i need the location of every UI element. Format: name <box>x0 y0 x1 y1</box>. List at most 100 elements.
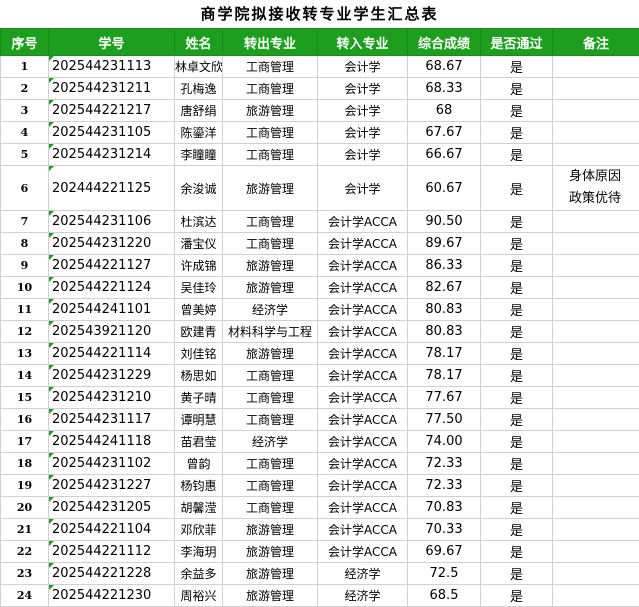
cell-from-major[interactable]: 经济学 <box>223 299 318 321</box>
cell-note[interactable] <box>553 56 639 78</box>
cell-name[interactable]: 曾韵 <box>175 453 223 475</box>
cell-to-major[interactable]: 会计学ACCA <box>318 453 408 475</box>
cell-from-major[interactable]: 材料科学与工程 <box>223 321 318 343</box>
cell-name[interactable]: 林卓文欣 <box>175 56 223 78</box>
cell-note[interactable] <box>553 453 639 475</box>
cell-pass[interactable]: 是 <box>481 299 553 321</box>
cell-pass[interactable]: 是 <box>481 144 553 166</box>
cell-to-major[interactable]: 会计学ACCA <box>318 277 408 299</box>
cell-seq[interactable]: 1 <box>1 56 49 78</box>
cell-seq[interactable]: 2 <box>1 78 49 100</box>
cell-pass[interactable]: 是 <box>481 409 553 431</box>
cell-score[interactable]: 60.67 <box>408 166 481 211</box>
cell-to-major[interactable]: 会计学 <box>318 166 408 211</box>
cell-note[interactable] <box>553 563 639 585</box>
cell-student-id[interactable]: 202544221230 <box>49 585 175 607</box>
cell-from-major[interactable]: 旅游管理 <box>223 519 318 541</box>
cell-name[interactable]: 邓欣菲 <box>175 519 223 541</box>
cell-name[interactable]: 李海玥 <box>175 541 223 563</box>
cell-score[interactable]: 70.83 <box>408 497 481 519</box>
cell-student-id[interactable]: 202544231113 <box>49 56 175 78</box>
cell-from-major[interactable]: 旅游管理 <box>223 100 318 122</box>
cell-seq[interactable]: 10 <box>1 277 49 299</box>
cell-note[interactable] <box>553 144 639 166</box>
cell-seq[interactable]: 5 <box>1 144 49 166</box>
cell-pass[interactable]: 是 <box>481 277 553 299</box>
cell-pass[interactable]: 是 <box>481 585 553 607</box>
cell-pass[interactable]: 是 <box>481 100 553 122</box>
cell-from-major[interactable]: 工商管理 <box>223 475 318 497</box>
cell-student-id[interactable]: 202544241118 <box>49 431 175 453</box>
cell-pass[interactable]: 是 <box>481 519 553 541</box>
cell-name[interactable]: 李瞳瞳 <box>175 144 223 166</box>
cell-student-id[interactable]: 202544221112 <box>49 541 175 563</box>
cell-name[interactable]: 余益多 <box>175 563 223 585</box>
cell-name[interactable]: 孔梅逸 <box>175 78 223 100</box>
cell-name[interactable]: 杨思如 <box>175 365 223 387</box>
cell-from-major[interactable]: 工商管理 <box>223 122 318 144</box>
cell-note[interactable] <box>553 277 639 299</box>
cell-score[interactable]: 70.33 <box>408 519 481 541</box>
cell-pass[interactable]: 是 <box>481 365 553 387</box>
header-note[interactable]: 备注 <box>553 29 639 56</box>
cell-score[interactable]: 72.5 <box>408 563 481 585</box>
cell-seq[interactable]: 4 <box>1 122 49 144</box>
cell-seq[interactable]: 9 <box>1 255 49 277</box>
cell-seq[interactable]: 17 <box>1 431 49 453</box>
cell-note[interactable] <box>553 299 639 321</box>
cell-name[interactable]: 唐舒绢 <box>175 100 223 122</box>
cell-student-id[interactable]: 202544221127 <box>49 255 175 277</box>
cell-from-major[interactable]: 旅游管理 <box>223 277 318 299</box>
cell-name[interactable]: 周裕兴 <box>175 585 223 607</box>
cell-score[interactable]: 68.5 <box>408 585 481 607</box>
cell-from-major[interactable]: 工商管理 <box>223 233 318 255</box>
cell-score[interactable]: 82.67 <box>408 277 481 299</box>
cell-score[interactable]: 90.50 <box>408 211 481 233</box>
cell-note[interactable] <box>553 255 639 277</box>
cell-student-id[interactable]: 202543921120 <box>49 321 175 343</box>
cell-note[interactable] <box>553 541 639 563</box>
cell-pass[interactable]: 是 <box>481 453 553 475</box>
cell-from-major[interactable]: 工商管理 <box>223 497 318 519</box>
cell-score[interactable]: 89.67 <box>408 233 481 255</box>
cell-to-major[interactable]: 会计学ACCA <box>318 255 408 277</box>
cell-from-major[interactable]: 工商管理 <box>223 78 318 100</box>
cell-seq[interactable]: 6 <box>1 166 49 211</box>
cell-seq[interactable]: 19 <box>1 475 49 497</box>
cell-seq[interactable]: 23 <box>1 563 49 585</box>
cell-to-major[interactable]: 会计学ACCA <box>318 431 408 453</box>
cell-to-major[interactable]: 会计学ACCA <box>318 233 408 255</box>
cell-note[interactable] <box>553 321 639 343</box>
cell-student-id[interactable]: 202544221228 <box>49 563 175 585</box>
cell-pass[interactable]: 是 <box>481 166 553 211</box>
header-student-id[interactable]: 学号 <box>49 29 175 56</box>
cell-seq[interactable]: 24 <box>1 585 49 607</box>
cell-seq[interactable]: 21 <box>1 519 49 541</box>
cell-student-id[interactable]: 202544231229 <box>49 365 175 387</box>
cell-score[interactable]: 67.67 <box>408 122 481 144</box>
cell-to-major[interactable]: 会计学ACCA <box>318 409 408 431</box>
cell-pass[interactable]: 是 <box>481 321 553 343</box>
cell-student-id[interactable]: 202544231205 <box>49 497 175 519</box>
header-from-major[interactable]: 转出专业 <box>223 29 318 56</box>
cell-student-id[interactable]: 202544231102 <box>49 453 175 475</box>
cell-from-major[interactable]: 工商管理 <box>223 211 318 233</box>
cell-student-id[interactable]: 202544241101 <box>49 299 175 321</box>
cell-score[interactable]: 77.67 <box>408 387 481 409</box>
cell-seq[interactable]: 15 <box>1 387 49 409</box>
cell-score[interactable]: 72.33 <box>408 453 481 475</box>
cell-pass[interactable]: 是 <box>481 475 553 497</box>
cell-from-major[interactable]: 旅游管理 <box>223 255 318 277</box>
cell-to-major[interactable]: 会计学 <box>318 78 408 100</box>
cell-name[interactable]: 曾美婷 <box>175 299 223 321</box>
cell-from-major[interactable]: 旅游管理 <box>223 541 318 563</box>
cell-pass[interactable]: 是 <box>481 255 553 277</box>
cell-from-major[interactable]: 旅游管理 <box>223 563 318 585</box>
cell-student-id[interactable]: 202544221124 <box>49 277 175 299</box>
cell-pass[interactable]: 是 <box>481 233 553 255</box>
cell-score[interactable]: 68 <box>408 100 481 122</box>
cell-from-major[interactable]: 工商管理 <box>223 387 318 409</box>
cell-seq[interactable]: 12 <box>1 321 49 343</box>
cell-to-major[interactable]: 会计学ACCA <box>318 497 408 519</box>
cell-score[interactable]: 66.67 <box>408 144 481 166</box>
